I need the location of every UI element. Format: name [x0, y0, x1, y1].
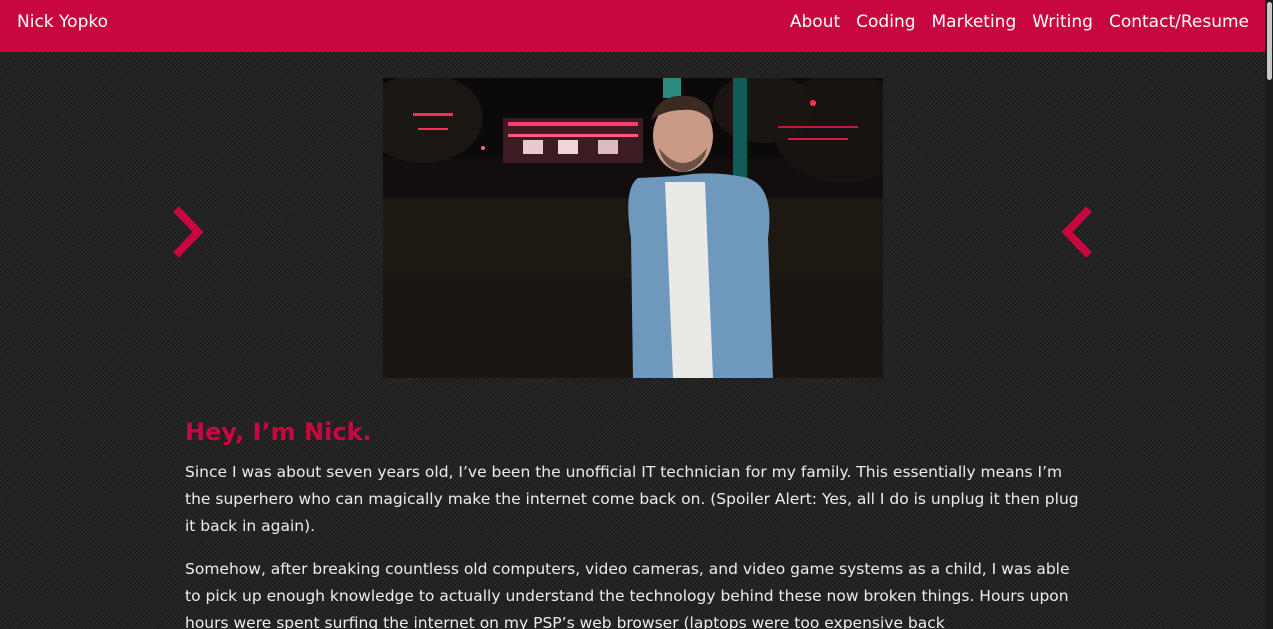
nav-link-writing[interactable]: Writing: [1032, 12, 1093, 32]
carousel-photo: [383, 78, 883, 378]
carousel-next-button[interactable]: [1057, 203, 1097, 261]
portrait-photo: [383, 78, 883, 378]
intro-heading: Hey, I’m Nick.: [185, 418, 372, 446]
top-navbar: Nick Yopko About Coding Marketing Writin…: [0, 0, 1265, 52]
intro-paragraph-2: Somehow, after breaking countless old co…: [185, 560, 1070, 629]
nav-link-coding[interactable]: Coding: [856, 12, 915, 32]
scrollbar-thumb[interactable]: [1267, 2, 1272, 80]
nav-link-contact-resume[interactable]: Contact/Resume: [1109, 12, 1249, 32]
nav-link-about[interactable]: About: [790, 12, 840, 32]
chevron-right-icon: [173, 206, 204, 258]
intro-section: Hey, I’m Nick. Since I was about seven y…: [185, 415, 1085, 629]
brand-link[interactable]: Nick Yopko: [17, 12, 108, 32]
nav-links: About Coding Marketing Writing Contact/R…: [790, 12, 1249, 32]
chevron-left-icon: [1061, 206, 1092, 258]
intro-paragraph-1: Since I was about seven years old, I’ve …: [185, 463, 1079, 535]
page-scrollbar[interactable]: [1265, 0, 1273, 629]
carousel-prev-button[interactable]: [168, 203, 208, 261]
nav-link-marketing[interactable]: Marketing: [932, 12, 1017, 32]
